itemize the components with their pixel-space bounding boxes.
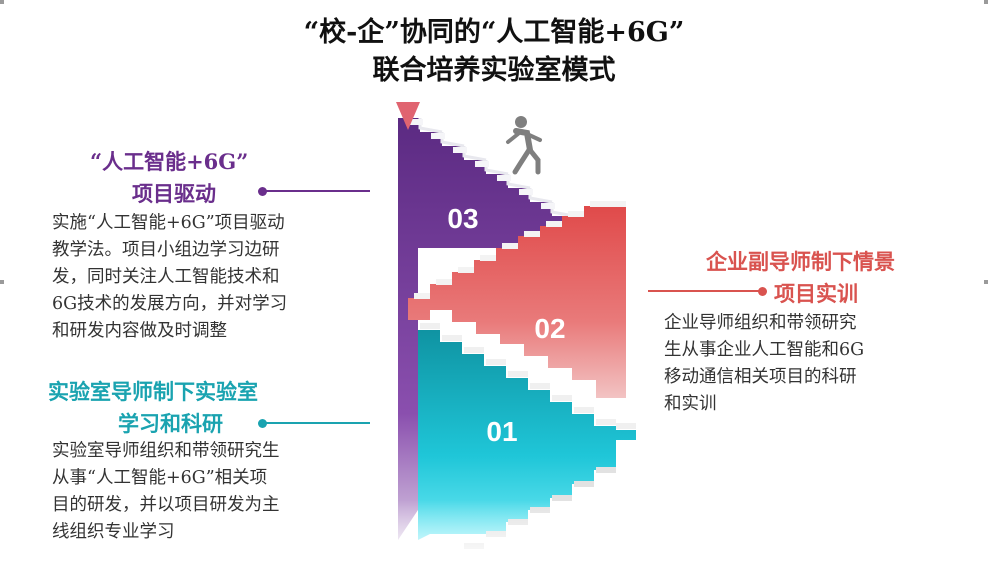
block-01-heading-line2: 学习和科研 <box>118 411 223 436</box>
block-03-text-line: 发，同时关注人工智能技术和 <box>52 267 280 287</box>
step-number-01: 01 <box>486 416 517 447</box>
block-02-text-line: 移动通信相关项目的科研 <box>664 367 857 387</box>
block-03-text-line: 和研发内容做及时调整 <box>52 321 227 341</box>
block-03-heading-line1: “人工智能+6G” <box>90 149 249 174</box>
block-03-text-line: 实施“人工智能+6G”项目驱动 <box>52 213 285 233</box>
block-01-text-line: 线组织专业学习 <box>52 522 175 542</box>
runner-icon <box>506 116 542 175</box>
corner-marker <box>984 0 988 4</box>
block-01-text: 实验室导师组织和带领研究生 从事“人工智能+6G”相关项 目的研发，并以项目研发… <box>52 438 372 546</box>
block-03-heading-line2: 项目驱动 <box>132 181 216 206</box>
block-02-connector-line <box>648 290 760 292</box>
block-02-heading-line2: 项目实训 <box>774 281 858 306</box>
step-number-02: 02 <box>534 313 565 344</box>
block-03-text-line: 6G技术的发展方向，并对学习 <box>52 294 288 314</box>
block-01-connector-line <box>266 422 370 424</box>
block-02-text-line: 企业导师组织和带领研究 <box>664 313 857 333</box>
block-02-text: 企业导师组织和带领研究 生从事企业人工智能和6G 移动通信相关项目的科研 和实训 <box>664 310 964 418</box>
corner-marker <box>0 280 4 284</box>
block-02-text-line: 和实训 <box>664 394 717 414</box>
block-03-text-line: 教学法。项目小组边学习边研 <box>52 240 280 260</box>
block-01-text-line: 从事“人工智能+6G”相关项 <box>52 468 268 488</box>
block-01-text-line: 实验室导师组织和带领研究生 <box>52 441 280 461</box>
block-01-text-line: 目的研发，并以项目研发为主 <box>52 495 280 515</box>
block-02-text-line: 生从事企业人工智能和6G <box>664 340 865 360</box>
block-02-connector-dot <box>758 287 767 296</box>
block-01-heading-line1: 实验室导师制下实验室 <box>48 379 258 404</box>
step-number-03: 03 <box>447 203 478 234</box>
block-03-text: 实施“人工智能+6G”项目驱动 教学法。项目小组边学习边研 发，同时关注人工智能… <box>52 210 372 345</box>
corner-marker <box>0 0 4 4</box>
block-03-connector-line <box>266 190 370 192</box>
block-02-heading-line1: 企业副导师制下情景 <box>706 249 895 274</box>
corner-marker <box>984 280 988 284</box>
